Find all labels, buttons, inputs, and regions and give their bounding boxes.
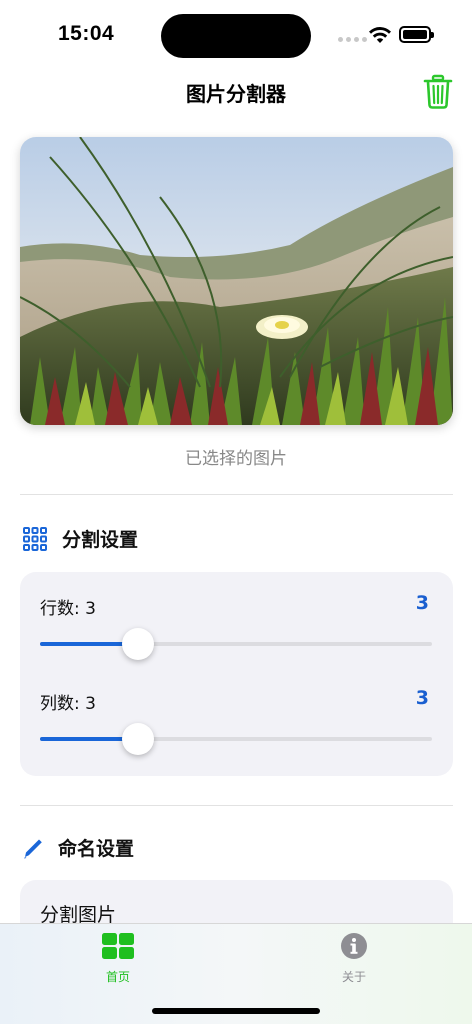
tab-home-label: 首页 <box>105 970 130 984</box>
rows-label: 行数: 3 <box>40 599 96 619</box>
rows-slider-thumb[interactable] <box>122 628 154 660</box>
split-settings-card: 行数: 3 3 列数: 3 3 <box>20 572 453 776</box>
cols-slider[interactable] <box>40 723 432 755</box>
tab-about-label: 关于 <box>341 970 366 984</box>
pencil-icon <box>24 839 42 858</box>
grid-icon <box>23 526 47 551</box>
cols-slider-thumb[interactable] <box>122 723 154 755</box>
home-grid-icon <box>102 933 134 959</box>
naming-settings-header: 命名设置 <box>22 834 134 861</box>
dynamic-island <box>161 14 311 58</box>
info-icon <box>341 933 367 959</box>
home-indicator <box>152 1008 320 1014</box>
photo-caption: 已选择的图片 <box>185 449 287 469</box>
status-bar: 15:04 <box>0 0 472 70</box>
rows-slider[interactable] <box>40 628 432 660</box>
cols-label: 列数: 3 <box>40 694 96 714</box>
rows-value: 3 <box>415 592 429 614</box>
divider <box>20 494 453 495</box>
page-title: 图片分割器 <box>186 82 286 106</box>
battery-icon <box>399 26 434 43</box>
naming-settings-title: 命名设置 <box>58 838 135 860</box>
divider <box>20 805 453 806</box>
tab-home[interactable]: 首页 <box>58 932 178 985</box>
selected-photo[interactable] <box>20 137 453 425</box>
cols-value: 3 <box>415 687 429 709</box>
wifi-icon <box>369 27 391 43</box>
tab-about[interactable]: 关于 <box>294 932 414 985</box>
split-settings-title: 分割设置 <box>62 529 139 551</box>
split-settings-header: 分割设置 <box>22 525 138 552</box>
status-time: 15:04 <box>58 22 115 45</box>
trash-icon[interactable] <box>422 74 454 110</box>
cellular-signal-icon <box>338 37 367 42</box>
